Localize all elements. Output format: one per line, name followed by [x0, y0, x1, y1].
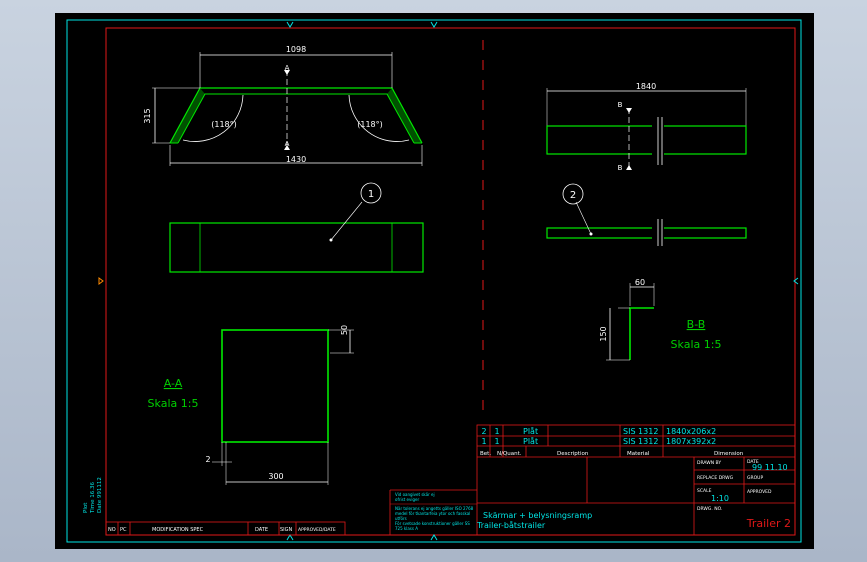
- section-aa-title: A-A: [164, 377, 183, 390]
- row2-material: SIS 1312: [623, 427, 658, 436]
- part2-balloon-number: 2: [570, 190, 576, 201]
- drawing-number: Trailer 2: [746, 517, 791, 530]
- part1-balloon-number: 1: [368, 189, 374, 200]
- part1-angle-left: (118°): [211, 120, 237, 129]
- approved-label: APPROVED: [747, 489, 772, 495]
- header-desc: Description: [557, 451, 589, 457]
- rev-no: NO: [108, 527, 116, 533]
- header-material: Material: [627, 451, 650, 457]
- part1-top-dim: 1098: [286, 45, 306, 54]
- row2-pos: 2: [481, 427, 486, 436]
- part2-section-label-bottom: B: [618, 164, 623, 172]
- title-line2: Trailer-båtstrailer: [476, 520, 546, 530]
- date-value: 99 11.10: [752, 463, 788, 472]
- svg-text:Date 991112: Date 991112: [97, 477, 103, 513]
- section-aa-dim-gap: 2: [205, 455, 210, 464]
- row2-qty: 1: [494, 427, 499, 436]
- replace-label: REPLACE DRWG: [697, 475, 734, 481]
- row1-qty: 1: [494, 437, 499, 446]
- header-qty: N/Quant.: [497, 451, 522, 457]
- section-bb-title: B-B: [687, 318, 706, 331]
- section-aa-scale: Skala 1:5: [148, 397, 199, 410]
- row1-material: SIS 1312: [623, 437, 658, 446]
- group-label: GROUP: [747, 475, 763, 481]
- row1-dimension: 1807x392x2: [666, 437, 716, 446]
- drawn-by-label: DRAWN BY: [697, 460, 721, 466]
- part2-section-label-top: B: [618, 101, 623, 109]
- svg-text:Time 16.36: Time 16.36: [90, 482, 96, 514]
- rev-approved: APPROVED/DATE: [298, 527, 336, 533]
- row2-desc: Plåt: [523, 426, 538, 436]
- row1-pos: 1: [481, 437, 486, 446]
- part2-top-dim: 1840: [636, 82, 656, 91]
- svg-text:ofrist eviger: ofrist eviger: [395, 497, 419, 502]
- part1-section-label-bottom: A: [285, 140, 290, 148]
- cad-viewport[interactable]: 1098 1430 315 (118°) (118°) A A 1 1840 B…: [0, 0, 867, 562]
- rev-date: DATE: [255, 527, 268, 533]
- header-dimension: Dimension: [714, 451, 744, 457]
- drwg-label: DRWG. NO.: [697, 506, 722, 512]
- part1-angle-right: (118°): [357, 120, 383, 129]
- header-pos: Bet.: [480, 451, 491, 457]
- part1-bottom-dim: 1430: [286, 155, 306, 164]
- row2-dimension: 1840x206x2: [666, 427, 716, 436]
- svg-text:Plot: Plot: [83, 502, 89, 513]
- section-bb-dim-height: 150: [599, 326, 608, 341]
- part1-section-label-top: A: [285, 64, 290, 72]
- viewport-background: [55, 13, 814, 549]
- section-aa-dim-width: 300: [268, 472, 283, 481]
- drawing-window: 1098 1430 315 (118°) (118°) A A 1 1840 B…: [0, 0, 867, 562]
- svg-text:725 klass A: 725 klass A: [395, 526, 418, 531]
- section-aa-dim-height: 50: [340, 325, 349, 335]
- scale-label: SCALE: [697, 488, 712, 494]
- part1-height-dim: 315: [143, 108, 152, 123]
- section-bb-scale: Skala 1:5: [671, 338, 722, 351]
- rev-sign: SIGN: [280, 527, 293, 533]
- rev-pc: PC: [120, 527, 127, 533]
- rev-modification: MODIFICATION SPEC: [152, 527, 204, 533]
- scale-value: 1:10: [711, 494, 729, 503]
- section-bb-dim-width: 60: [635, 278, 645, 287]
- title-line1: Skärmar + belysningsramp: [483, 511, 592, 520]
- row1-desc: Plåt: [523, 436, 538, 446]
